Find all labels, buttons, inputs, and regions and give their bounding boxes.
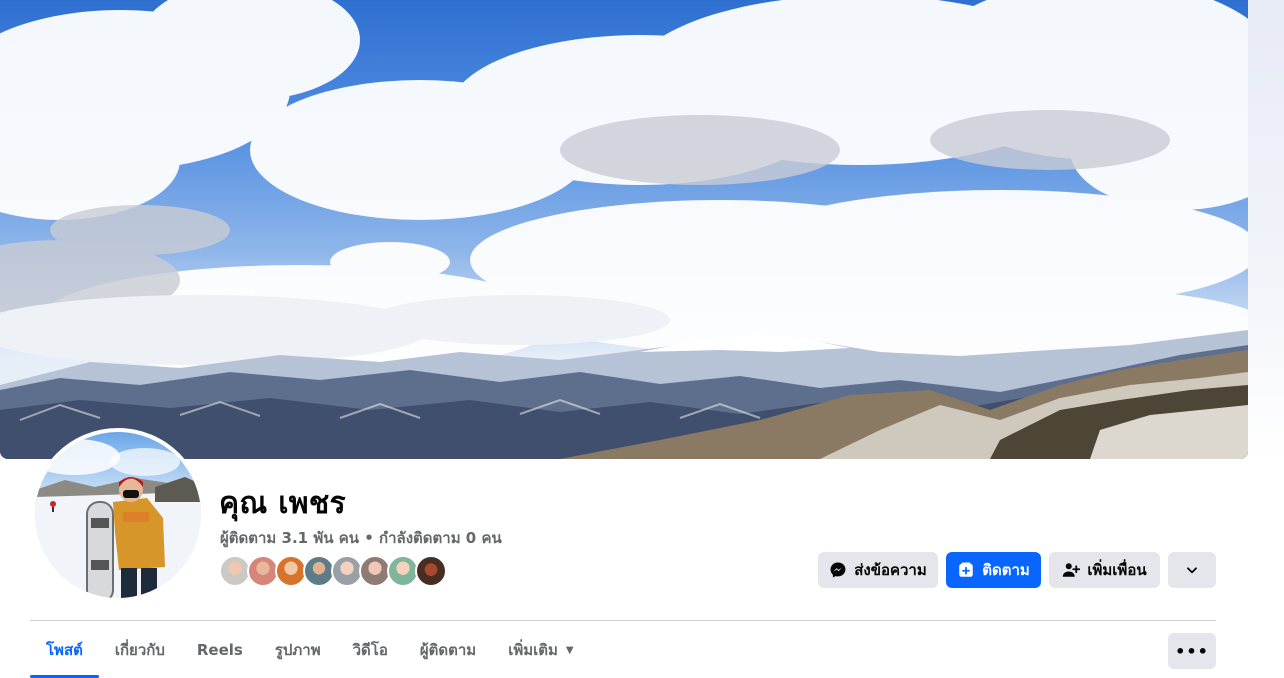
follower-avatar[interactable] — [415, 555, 447, 587]
message-button[interactable]: ส่งข้อความ — [818, 552, 938, 588]
follow-button-label: ติดตาม — [982, 561, 1030, 579]
profile-avatar[interactable] — [31, 428, 205, 602]
profile-name: คุณ เพชร — [219, 486, 346, 521]
tab-reels[interactable]: Reels — [181, 632, 259, 668]
add-friend-button-label: เพิ่มเพื่อน — [1087, 561, 1147, 579]
tab-photos[interactable]: รูปภาพ — [259, 632, 337, 668]
section-divider — [30, 620, 1216, 621]
message-button-label: ส่งข้อความ — [854, 561, 927, 579]
profile-options-dropdown[interactable] — [1168, 552, 1216, 588]
follow-button[interactable]: ติดตาม — [946, 552, 1041, 588]
avatar-photo — [35, 432, 201, 598]
follow-icon — [959, 562, 973, 577]
more-options-button[interactable]: ••• — [1168, 633, 1216, 669]
tab-posts[interactable]: โพสต์ — [30, 632, 99, 678]
tab-more[interactable]: เพิ่มเติม ▼ — [492, 632, 589, 668]
cover-photo[interactable] — [0, 0, 1248, 459]
add-friend-button[interactable]: เพิ่มเพื่อน — [1049, 552, 1160, 588]
cover-side-edge — [1248, 0, 1284, 459]
messenger-icon — [830, 562, 846, 578]
tab-followers[interactable]: ผู้ติดตาม — [404, 632, 492, 668]
caret-down-icon: ▼ — [565, 644, 574, 656]
tab-about[interactable]: เกี่ยวกับ — [99, 632, 181, 668]
chevron-down-icon — [1187, 567, 1197, 574]
tab-videos[interactable]: วิดีโอ — [337, 632, 404, 668]
follower-stats[interactable]: ผู้ติดตาม 3.1 พัน คน • กำลังติดตาม 0 คน — [220, 526, 502, 550]
profile-tabs: โพสต์ เกี่ยวกับ Reels รูปภาพ วิดีโอ ผู้ต… — [30, 632, 590, 678]
follower-avatars — [219, 555, 447, 589]
add-friend-icon — [1063, 563, 1081, 577]
profile-page: คุณ เพชร ผู้ติดตาม 3.1 พัน คน • กำลังติด… — [0, 0, 1284, 678]
